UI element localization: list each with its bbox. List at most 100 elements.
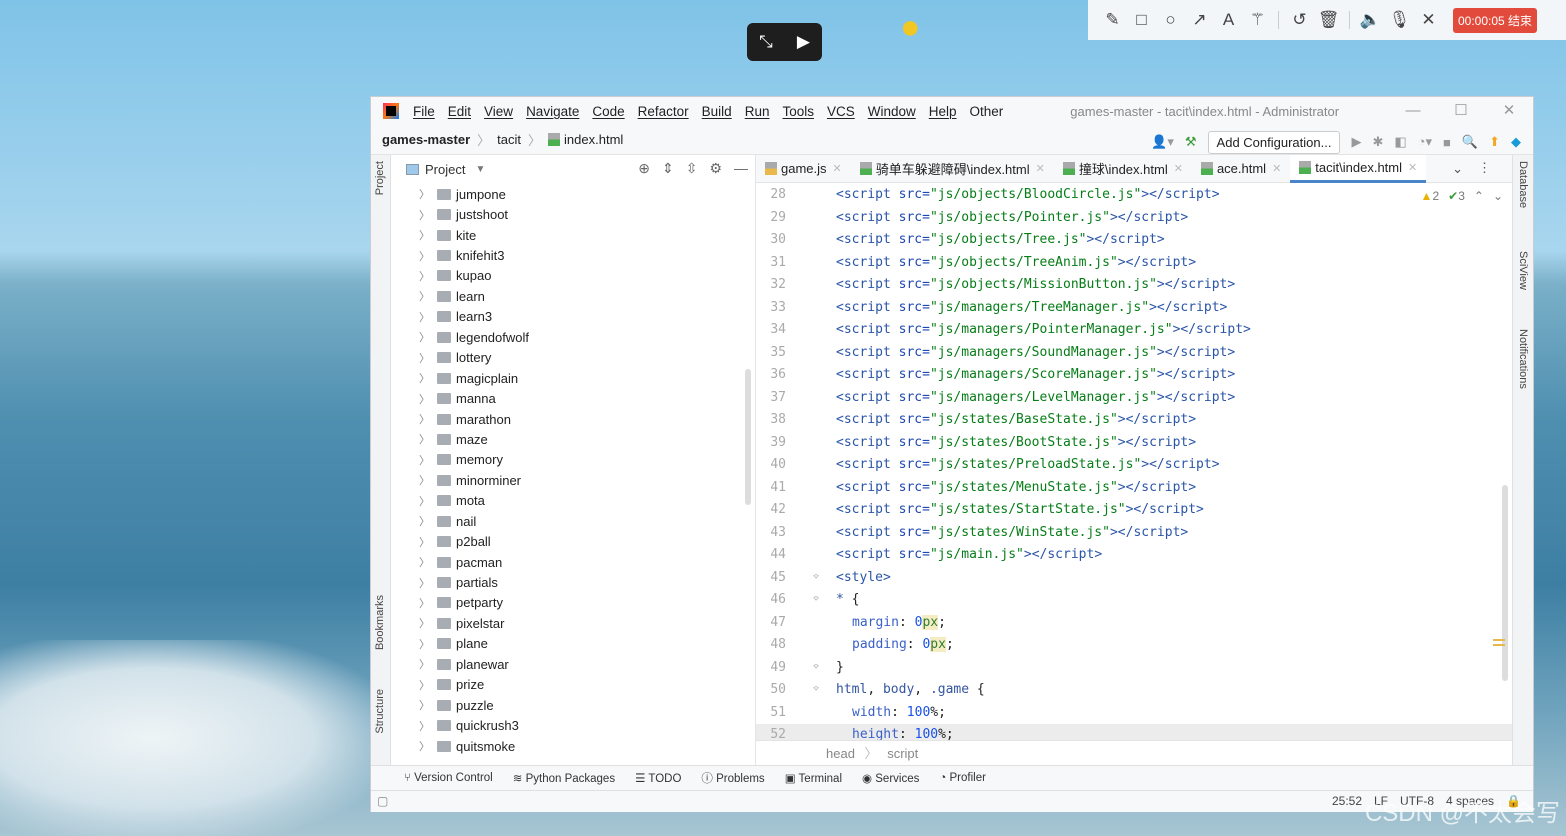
breadcrumb-folder[interactable]: tacit — [497, 132, 521, 147]
bookmarks-tool-button[interactable]: Bookmarks — [374, 595, 386, 650]
tree-item[interactable]: 〉 kite — [392, 225, 754, 245]
tree-item[interactable]: 〉 legendofwolf — [392, 327, 754, 347]
inspection-widget[interactable]: ▲2 ✔3 ⌃ ⌄ — [1420, 189, 1503, 203]
fold-marker[interactable] — [796, 274, 836, 297]
code-line[interactable]: 41 <script src="js/states/MenuState.js"><… — [756, 477, 1513, 500]
chevron-right-icon[interactable]: 〉 — [419, 411, 437, 427]
breadcrumb-file[interactable]: index.html — [564, 132, 623, 147]
layout-toggle-icon[interactable]: ▢ — [377, 794, 388, 808]
chevron-right-icon[interactable]: 〉 — [419, 309, 437, 325]
chevron-right-icon[interactable]: 〉 — [419, 329, 437, 345]
tree-item[interactable]: 〉 justshoot — [392, 204, 754, 224]
code-line[interactable]: 29 <script src="js/objects/Pointer.js"></… — [756, 207, 1513, 230]
tree-item[interactable]: 〉 memory — [392, 450, 754, 470]
microphone-icon[interactable]: 🎙 — [1385, 10, 1414, 30]
code-line[interactable]: 28 <script src="js/objects/BloodCircle.js… — [756, 184, 1513, 207]
chevron-right-icon[interactable]: 〉 — [419, 391, 437, 407]
crumb-head[interactable]: head — [826, 746, 855, 761]
chevron-right-icon[interactable]: 〉 — [419, 595, 437, 611]
menu-file[interactable]: File — [413, 104, 435, 119]
chevron-right-icon[interactable]: 〉 — [419, 718, 437, 734]
build-hammer-icon[interactable]: ⚒ — [1185, 134, 1197, 150]
code-line[interactable]: 37 <script src="js/managers/LevelManager.… — [756, 387, 1513, 410]
project-tool-button[interactable]: Project — [374, 161, 386, 195]
previous-highlight-icon[interactable]: ⌃ — [1474, 189, 1484, 203]
database-tool-button[interactable]: Database — [1517, 161, 1529, 208]
code-line[interactable]: 52 height: 100%; — [756, 724, 1513, 740]
chevron-right-icon[interactable]: 〉 — [419, 636, 437, 652]
editor-tab[interactable]: ace.html ✕ — [1192, 155, 1290, 183]
tree-item[interactable]: 〉 magicplain — [392, 368, 754, 388]
menu-navigate[interactable]: Navigate — [526, 104, 579, 119]
menu-build[interactable]: Build — [702, 104, 732, 119]
version-control-tab[interactable]: ⑂ Version Control — [404, 772, 493, 784]
more-options-icon[interactable]: ⋮ — [1478, 160, 1491, 176]
fold-marker[interactable] — [796, 184, 836, 207]
close-tab-icon[interactable]: ✕ — [1036, 162, 1045, 175]
code-line[interactable]: 46 ⌔ * { — [756, 589, 1513, 612]
fold-marker[interactable] — [796, 364, 836, 387]
chevron-right-icon[interactable]: 〉 — [419, 472, 437, 488]
close-window-button[interactable]: ✕ — [1485, 97, 1533, 125]
chevron-right-icon[interactable]: 〉 — [419, 513, 437, 529]
text-icon[interactable]: A — [1214, 10, 1243, 30]
chevron-right-icon[interactable]: 〉 — [419, 268, 437, 284]
tree-item[interactable]: 〉 puzzle — [392, 695, 754, 715]
caret-position[interactable]: 25:52 — [1332, 794, 1362, 808]
menu-vcs[interactable]: VCS — [827, 104, 855, 119]
tree-item[interactable]: 〉 manna — [392, 388, 754, 408]
close-tab-icon[interactable]: ✕ — [1408, 161, 1417, 174]
fold-marker[interactable] — [796, 207, 836, 230]
pencil-icon[interactable]: ✎ — [1098, 10, 1127, 30]
menu-view[interactable]: View — [484, 104, 513, 119]
hide-icon[interactable]: — — [734, 160, 748, 177]
menu-run[interactable]: Run — [745, 104, 770, 119]
editor-tab[interactable]: tacit\index.html ✕ — [1290, 154, 1427, 183]
minimize-button[interactable]: — — [1389, 97, 1437, 125]
fold-marker[interactable] — [796, 387, 836, 410]
tree-item[interactable]: 〉 mota — [392, 491, 754, 511]
plugin-icon[interactable]: ◆ — [1511, 134, 1521, 150]
profile-icon[interactable]: ◔▾ — [1418, 134, 1432, 150]
fold-marker[interactable] — [796, 522, 836, 545]
chevron-right-icon[interactable]: 〉 — [419, 431, 437, 447]
code-line[interactable]: 34 <script src="js/managers/PointerManage… — [756, 319, 1513, 342]
tree-item[interactable]: 〉 learn3 — [392, 307, 754, 327]
code-line[interactable]: 47 margin: 0px; — [756, 612, 1513, 635]
python-packages-tab[interactable]: ≋ Python Packages — [513, 771, 615, 785]
terminal-tab[interactable]: ▣ Terminal — [785, 771, 842, 785]
fold-marker[interactable] — [796, 634, 836, 657]
fold-marker[interactable] — [796, 229, 836, 252]
menu-refactor[interactable]: Refactor — [638, 104, 689, 119]
todo-tab[interactable]: ☰ TODO — [635, 771, 681, 785]
chevron-right-icon[interactable]: 〉 — [419, 554, 437, 570]
arrow-icon[interactable]: ↗ — [1185, 10, 1214, 30]
fold-marker[interactable] — [796, 342, 836, 365]
fold-marker[interactable]: ⌔ — [796, 679, 836, 702]
tree-item[interactable]: 〉 knifehit3 — [392, 245, 754, 265]
code-line[interactable]: 36 <script src="js/managers/ScoreManager.… — [756, 364, 1513, 387]
tree-item[interactable]: 〉 marathon — [392, 409, 754, 429]
fold-marker[interactable] — [796, 432, 836, 455]
sciview-tool-button[interactable]: SciView — [1517, 251, 1529, 290]
code-line[interactable]: 51 width: 100%; — [756, 702, 1513, 725]
speaker-icon[interactable]: 🔈 — [1356, 10, 1385, 30]
tree-item[interactable]: 〉 partials — [392, 572, 754, 592]
tree-item[interactable]: 〉 quickrush3 — [392, 715, 754, 735]
run-icon[interactable]: ▶ — [1351, 134, 1361, 150]
undo-icon[interactable]: ↺ — [1285, 10, 1314, 30]
tree-item[interactable]: 〉 maze — [392, 429, 754, 449]
tree-item[interactable]: 〉 minorminer — [392, 470, 754, 490]
fold-marker[interactable] — [796, 454, 836, 477]
fold-marker[interactable] — [796, 612, 836, 635]
circle-icon[interactable]: ○ — [1156, 10, 1185, 30]
code-line[interactable]: 32 <script src="js/objects/MissionButton.… — [756, 274, 1513, 297]
code-line[interactable]: 44 <script src="js/main.js"></script> — [756, 544, 1513, 567]
services-tab[interactable]: ◉ Services — [862, 771, 919, 785]
chevron-right-icon[interactable]: 〉 — [419, 534, 437, 550]
chevron-right-icon[interactable]: 〉 — [419, 738, 437, 754]
code-line[interactable]: 50 ⌔ html, body, .game { — [756, 679, 1513, 702]
menu-other[interactable]: Other — [970, 104, 1004, 119]
code-line[interactable]: 30 <script src="js/objects/Tree.js"></scr… — [756, 229, 1513, 252]
coverage-icon[interactable]: ◧ — [1394, 134, 1406, 150]
